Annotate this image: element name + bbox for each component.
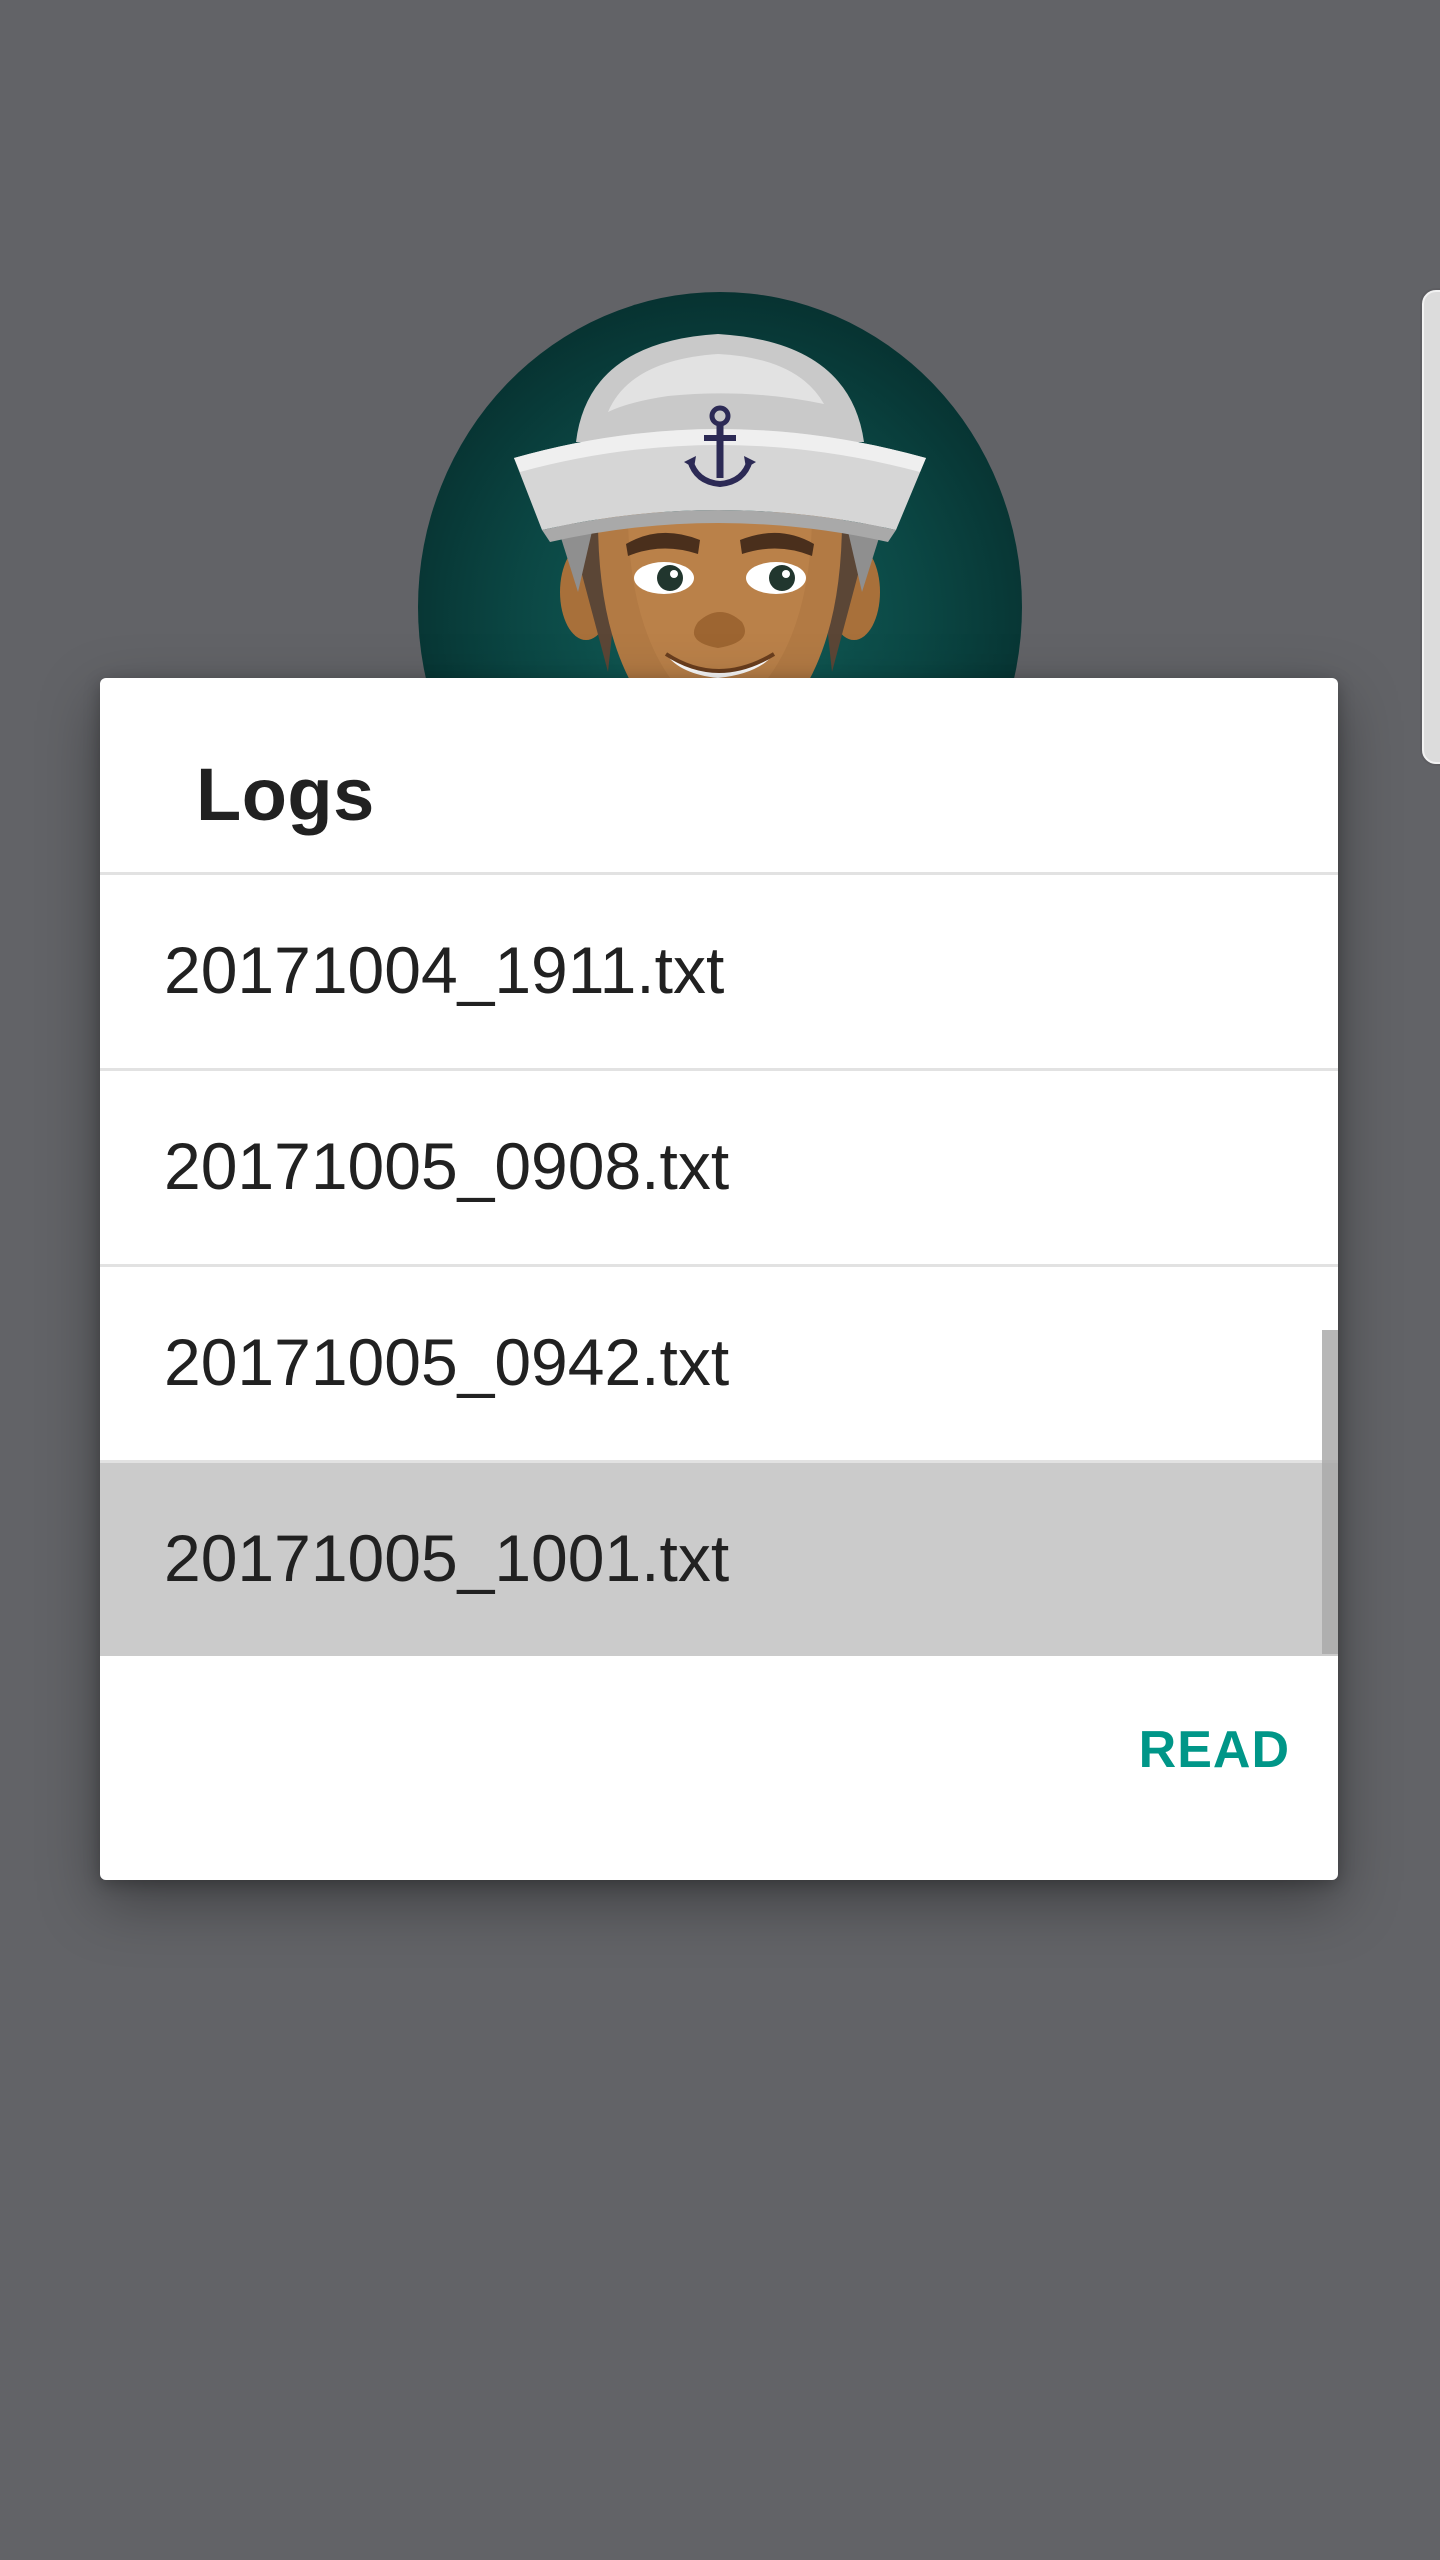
log-file-item-4-selected[interactable]: 20171005_1001.txt (100, 1463, 1338, 1656)
read-button[interactable]: READ (1070, 1700, 1290, 1800)
log-file-name: 20171005_0942.txt (164, 1325, 730, 1399)
list-scrollbar[interactable] (1322, 1330, 1338, 1654)
dialog-title: Logs (196, 753, 375, 836)
log-file-item-1[interactable]: 20171004_1911.txt (100, 875, 1338, 1068)
logs-dialog: Logs 20171004_1911.txt 20171005_0908.txt… (100, 678, 1338, 1880)
log-file-item-3[interactable]: 20171005_0942.txt (100, 1267, 1338, 1460)
log-file-name: 20171005_0908.txt (164, 1129, 730, 1203)
edge-panel-handle[interactable] (1422, 290, 1440, 764)
log-file-name: 20171004_1911.txt (164, 933, 725, 1007)
log-file-name: 20171005_1001.txt (164, 1521, 730, 1595)
log-file-item-2[interactable]: 20171005_0908.txt (100, 1071, 1338, 1264)
